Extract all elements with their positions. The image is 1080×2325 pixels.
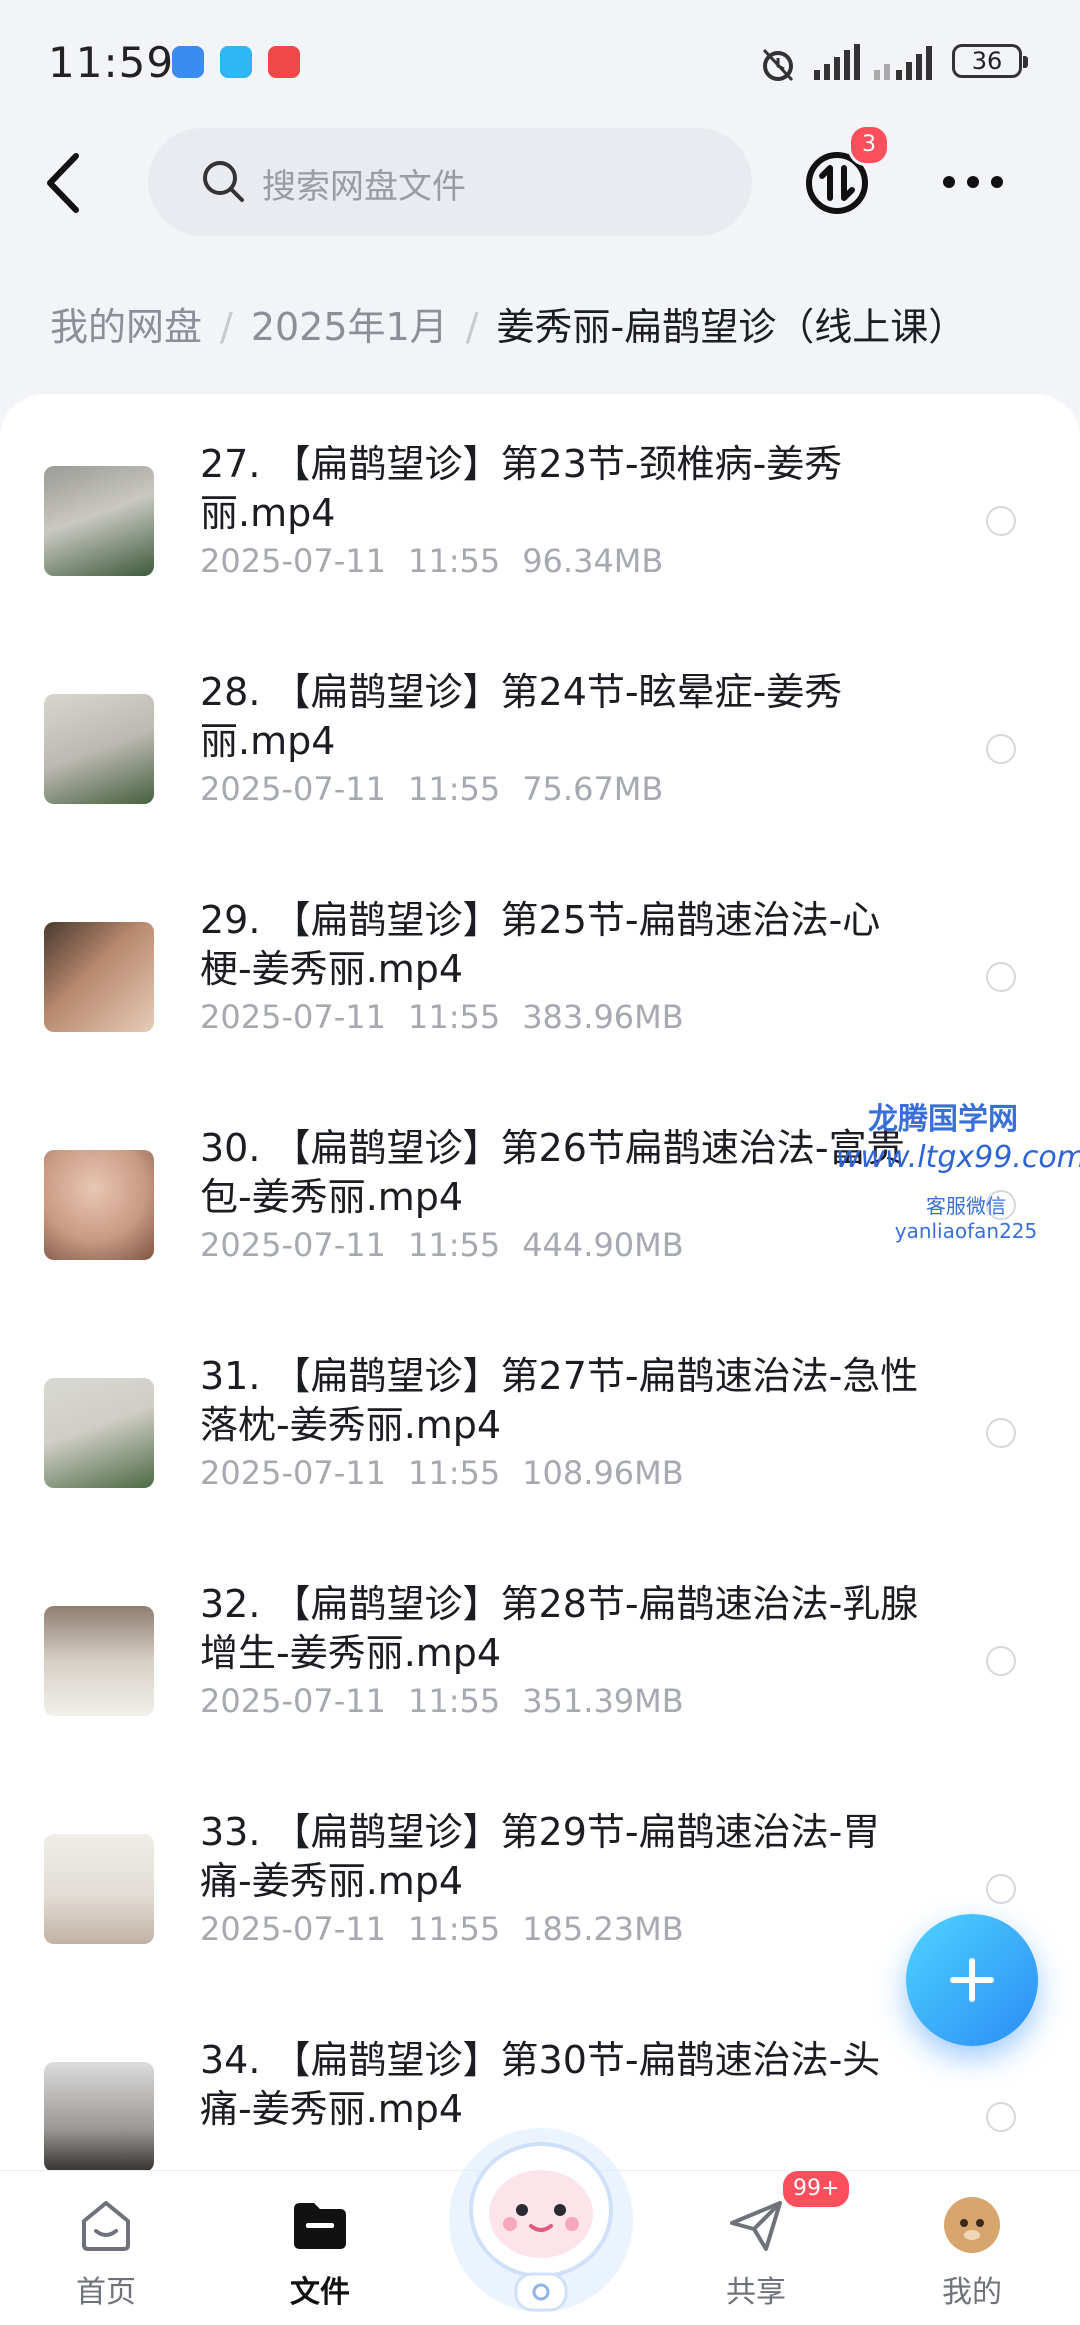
file-time: 11:55 — [407, 1682, 501, 1720]
file-name: 31. 【扁鹊望诊】第27节-扁鹊速治法-急性落枕-姜秀丽.mp4 — [200, 1354, 919, 1447]
video-thumbnail — [44, 1378, 154, 1488]
file-name: 33. 【扁鹊望诊】第29节-扁鹊速治法-胃痛-姜秀丽.mp4 — [200, 1810, 881, 1903]
alarm-icon — [762, 48, 794, 82]
file-date: 2025-07-11 — [200, 1910, 386, 1948]
file-date: 2025-07-11 — [200, 1454, 386, 1492]
file-time: 11:55 — [407, 1910, 501, 1948]
select-radio[interactable] — [986, 1874, 1016, 1904]
file-time: 11:55 — [407, 770, 501, 808]
video-thumbnail — [44, 2062, 154, 2172]
file-name: 32. 【扁鹊望诊】第28节-扁鹊速治法-乳腺增生-姜秀丽.mp4 — [200, 1582, 919, 1675]
select-radio[interactable] — [986, 734, 1016, 764]
tab-mine-label: 我的 — [942, 2275, 1002, 2310]
tab-mine[interactable]: 我的 — [902, 2171, 1042, 2325]
search-placeholder: 搜索网盘文件 — [262, 167, 466, 207]
file-meta: 2025-07-11 11:55 185.23MB — [200, 1910, 684, 1948]
media-app-notification-icon — [268, 46, 300, 78]
file-time: 11:55 — [407, 998, 501, 1036]
select-radio[interactable] — [986, 1418, 1016, 1448]
transfer-badge: 3 — [848, 124, 890, 166]
file-meta: 2025-07-11 11:55 351.39MB — [200, 1682, 684, 1720]
file-date: 2025-07-11 — [200, 998, 386, 1036]
file-size: 351.39MB — [522, 1682, 684, 1720]
file-row[interactable]: 29. 【扁鹊望诊】第25节-扁鹊速治法-心梗-姜秀丽.mp4 2025-07-… — [0, 850, 1080, 1078]
select-radio[interactable] — [986, 1646, 1016, 1676]
file-size: 96.34MB — [522, 542, 664, 580]
file-time: 11:55 — [407, 1226, 501, 1264]
file-size: 75.67MB — [522, 770, 664, 808]
avatar — [944, 2197, 1000, 2253]
video-thumbnail — [44, 1834, 154, 1944]
breadcrumb: 我的网盘 / 2025年1月 / 姜秀丽-扁鹊望诊（线上课） — [50, 296, 966, 351]
file-list: 27. 【扁鹊望诊】第23节-颈椎病-姜秀丽.mp4 2025-07-11 11:… — [0, 394, 1080, 2174]
breadcrumb-item-folder[interactable]: 2025年1月 — [251, 305, 448, 349]
share-badge: 99+ — [780, 2168, 853, 2210]
file-name: 28. 【扁鹊望诊】第24节-眩晕症-姜秀丽.mp4 — [200, 670, 843, 763]
file-date: 2025-07-11 — [200, 1226, 386, 1264]
file-date: 2025-07-11 — [200, 542, 386, 580]
file-meta: 2025-07-11 11:55 383.96MB — [200, 998, 684, 1036]
file-date: 2025-07-11 — [200, 1682, 386, 1720]
file-meta: 2025-07-11 11:55 96.34MB — [200, 542, 663, 580]
tab-home-label: 首页 — [76, 2275, 136, 2310]
app-notification-icon — [172, 46, 204, 78]
file-row[interactable]: 27. 【扁鹊望诊】第23节-颈椎病-姜秀丽.mp4 2025-07-11 11:… — [0, 394, 1080, 622]
select-radio[interactable] — [986, 2102, 1016, 2132]
tab-files-label: 文件 — [290, 2275, 350, 2310]
file-meta: 2025-07-11 11:55 444.90MB — [200, 1226, 684, 1264]
breadcrumb-separator: / — [465, 305, 479, 349]
battery-indicator: 36 — [952, 44, 1028, 78]
breadcrumb-separator: / — [220, 305, 233, 349]
more-icon[interactable] — [940, 170, 1006, 194]
video-thumbnail — [44, 1150, 154, 1260]
watermark-title: 龙腾国学网 — [868, 1102, 1018, 1137]
status-bar: 11:59 36 — [0, 0, 1080, 120]
add-button[interactable] — [906, 1914, 1038, 2046]
file-date: 2025-07-11 — [200, 770, 386, 808]
file-row[interactable]: 31. 【扁鹊望诊】第27节-扁鹊速治法-急性落枕-姜秀丽.mp4 2025-0… — [0, 1306, 1080, 1534]
tab-files[interactable]: 文件 — [250, 2171, 390, 2325]
search-icon — [203, 161, 244, 202]
file-name: 30. 【扁鹊望诊】第26节扁鹊速治法-富贵包-姜秀丽.mp4 — [200, 1126, 905, 1219]
file-time: 11:55 — [407, 1454, 501, 1492]
video-thumbnail — [44, 1606, 154, 1716]
watermark-url: www.ltgx99.com — [836, 1140, 1080, 1175]
select-radio[interactable] — [986, 506, 1016, 536]
file-size: 383.96MB — [522, 998, 684, 1036]
signal-2-icon — [874, 46, 932, 80]
breadcrumb-item-root[interactable]: 我的网盘 — [50, 305, 202, 349]
back-arrow-icon[interactable] — [40, 150, 86, 216]
file-row[interactable]: 28. 【扁鹊望诊】第24节-眩晕症-姜秀丽.mp4 2025-07-11 11:… — [0, 622, 1080, 850]
folder-icon — [294, 2203, 346, 2249]
file-size: 185.23MB — [522, 1910, 684, 1948]
file-name: 27. 【扁鹊望诊】第23节-颈椎病-姜秀丽.mp4 — [200, 442, 843, 535]
select-radio[interactable] — [986, 962, 1016, 992]
video-thumbnail — [44, 694, 154, 804]
file-size: 444.90MB — [522, 1226, 684, 1264]
signal-icon — [814, 44, 860, 80]
video-thumbnail — [44, 466, 154, 576]
file-meta — [200, 2138, 244, 2174]
file-size: 108.96MB — [522, 1454, 684, 1492]
status-time: 11:59 — [48, 38, 175, 87]
home-icon — [82, 2201, 130, 2251]
tab-share-label: 共享 — [726, 2275, 786, 2310]
tab-home[interactable]: 首页 — [36, 2171, 176, 2325]
search-input[interactable]: 搜索网盘文件 — [148, 128, 752, 236]
mascot-assistant-icon[interactable] — [434, 2110, 648, 2324]
file-row[interactable]: 32. 【扁鹊望诊】第28节-扁鹊速治法-乳腺增生-姜秀丽.mp4 2025-0… — [0, 1534, 1080, 1762]
breadcrumb-item-current: 姜秀丽-扁鹊望诊（线上课） — [496, 305, 967, 349]
paper-plane-icon — [730, 2201, 782, 2251]
search-app-notification-icon — [220, 46, 252, 78]
file-meta: 2025-07-11 11:55 75.67MB — [200, 770, 663, 808]
file-name: 29. 【扁鹊望诊】第25节-扁鹊速治法-心梗-姜秀丽.mp4 — [200, 898, 881, 991]
file-meta: 2025-07-11 11:55 108.96MB — [200, 1454, 684, 1492]
video-thumbnail — [44, 922, 154, 1032]
file-time: 11:55 — [407, 542, 501, 580]
watermark-contact: 客服微信 yanliaofan225 — [894, 1194, 1038, 1243]
